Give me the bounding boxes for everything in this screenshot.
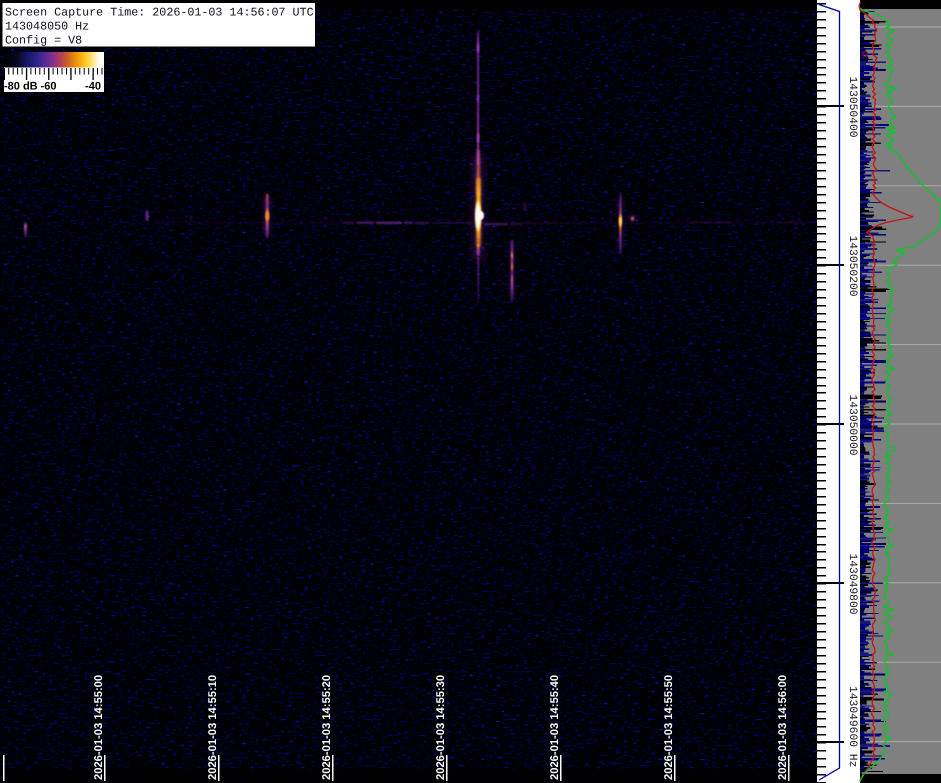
svg-text:2026-01-03 14:55:40: 2026-01-03 14:55:40 <box>549 675 561 780</box>
svg-text:Screen Capture Time: 2026-01-0: Screen Capture Time: 2026-01-03 14:56:07… <box>5 6 314 20</box>
svg-text:2026-01-03 14:56:00: 2026-01-03 14:56:00 <box>777 675 789 780</box>
svg-text:143049600 Hz: 143049600 Hz <box>846 686 858 767</box>
svg-text:143049800: 143049800 <box>846 553 858 614</box>
svg-text:143048050 Hz: 143048050 Hz <box>5 20 89 34</box>
svg-text:143050200: 143050200 <box>846 235 858 296</box>
svg-text:Config = V8: Config = V8 <box>5 34 82 48</box>
svg-text:2026-01-03 14:55:30: 2026-01-03 14:55:30 <box>435 675 447 780</box>
svg-text:2026-01-03 14:55:10: 2026-01-03 14:55:10 <box>207 675 219 780</box>
svg-text:143050000: 143050000 <box>846 394 858 455</box>
svg-text:-80 dB: -80 dB <box>4 81 38 93</box>
svg-text:143050400: 143050400 <box>846 76 858 137</box>
svg-text:2026-01-03 14:55:50: 2026-01-03 14:55:50 <box>663 675 675 780</box>
svg-text:-40: -40 <box>85 81 101 93</box>
svg-text:2026-01-03 14:55:20: 2026-01-03 14:55:20 <box>321 675 333 780</box>
svg-text:-60: -60 <box>41 81 57 93</box>
svg-text:2026-01-03 14:55:00: 2026-01-03 14:55:00 <box>93 675 105 780</box>
